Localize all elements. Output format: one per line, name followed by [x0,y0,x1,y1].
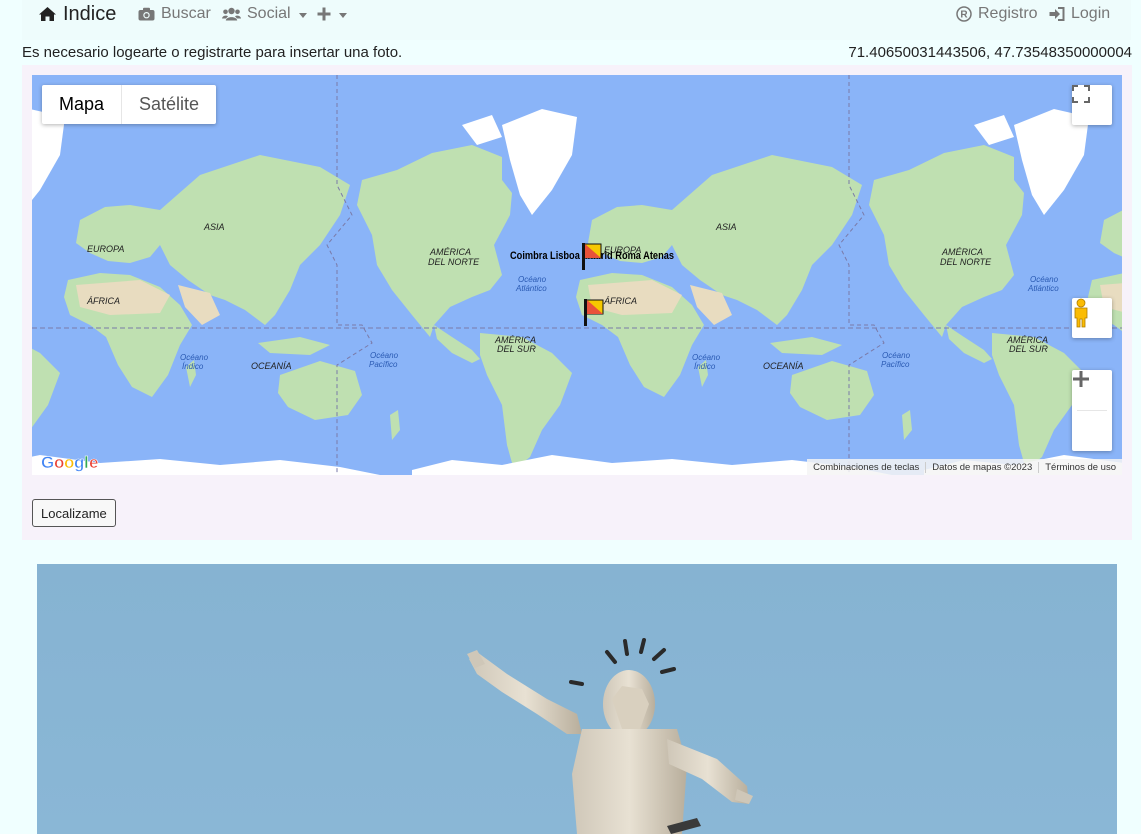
svg-text:g: g [74,453,84,472]
home-icon [38,6,57,22]
brand-label: Indice [63,2,117,25]
map-label: DEL NORTE [940,257,992,267]
navbar: Indice Buscar Social R Registro Login [22,0,1131,40]
svg-text:e: e [89,453,98,472]
nav-register[interactable]: R Registro [956,0,1038,28]
map-canvas[interactable]: EUROPA ASIA ÁFRICA Océano Índico OCEANÍA… [32,75,1122,475]
map-label: Océano [882,351,911,360]
chevron-down-icon [339,12,347,18]
nav-search-label: Buscar [161,5,211,22]
login-notice: Es necesario logearte o registrarte para… [22,44,403,61]
google-logo-graphic: G o o g l e [41,453,99,473]
map-label: Océano [1030,275,1059,284]
info-row: Es necesario logearte o registrarte para… [22,44,1132,64]
nav-register-label: Registro [978,5,1038,22]
terms-link[interactable]: Términos de uso [1038,461,1122,473]
map-label: EUROPA [87,244,124,254]
map-footer: Combinaciones de teclas Datos de mapas ©… [807,459,1122,475]
coordinates-readout: 71.40650031443506, 47.73548350000004 [848,44,1132,61]
map-label: OCEANÍA [763,361,804,371]
map-label: Océano [180,353,209,362]
camera-icon [138,7,155,21]
map-label: DEL SUR [1009,344,1048,354]
zoom-out-button[interactable] [1072,377,1112,451]
nav-social-dropdown[interactable]: Social [222,0,307,28]
map-label: ASIA [203,222,225,232]
photo-christ-statue [37,564,1117,834]
nav-add-dropdown[interactable] [317,0,347,28]
map-label: Océano [518,275,547,284]
pegman-icon [1074,298,1088,328]
svg-text:o: o [64,453,74,472]
map-label: Pacífico [881,360,910,369]
map-label: AMÉRICA [429,247,471,257]
sign-in-icon [1049,7,1065,21]
map-label: ÁFRICA [603,296,637,306]
brand-link[interactable]: Indice [38,0,116,28]
map-data-attribution: Datos de mapas ©2023 [925,461,1038,473]
registered-icon: R [956,6,972,22]
map-type-map-button[interactable]: Mapa [42,85,123,124]
svg-text:o: o [54,453,64,472]
svg-text:R: R [960,10,968,21]
world-map-graphic: EUROPA ASIA ÁFRICA Océano Índico OCEANÍA… [32,75,1122,475]
map-label: AMÉRICA [941,247,983,257]
users-icon [222,7,241,21]
map-label: Atlántico [1027,284,1059,293]
street-view-pegman[interactable] [1072,298,1112,338]
nav-search[interactable]: Buscar [138,0,211,28]
svg-text:l: l [84,453,88,472]
map-label: Océano [692,353,721,362]
nav-login[interactable]: Login [1049,0,1110,28]
map-label: ÁFRICA [86,296,120,306]
plus-icon [317,7,331,21]
locate-me-button[interactable]: Localizame [32,499,116,527]
map-label: DEL NORTE [428,257,480,267]
map-panel: EUROPA ASIA ÁFRICA Océano Índico OCEANÍA… [22,65,1132,540]
zoom-control [1072,370,1112,451]
map-label: DEL SUR [497,344,536,354]
map-label: Índico [182,362,204,371]
nav-social-label: Social [247,5,291,22]
nav-login-label: Login [1071,5,1111,22]
statue-image [37,564,1117,834]
flag-icon [582,243,602,270]
fullscreen-icon [1072,85,1090,103]
flag-icon [584,299,604,326]
minus-icon [1073,377,1089,381]
map-label: Índico [694,362,716,371]
fullscreen-button[interactable] [1072,85,1112,125]
map-label: OCEANÍA [251,361,292,371]
map-label: Atlántico [515,284,547,293]
map-label: ASIA [715,222,737,232]
keyboard-shortcuts-link[interactable]: Combinaciones de teclas [807,462,925,473]
chevron-down-icon [298,12,307,18]
map-label: Pacífico [369,360,398,369]
map-type-control: Mapa Satélite [42,85,217,124]
map-label: Océano [370,351,399,360]
svg-text:G: G [41,453,54,472]
map-type-satellite-button[interactable]: Satélite [122,85,216,124]
